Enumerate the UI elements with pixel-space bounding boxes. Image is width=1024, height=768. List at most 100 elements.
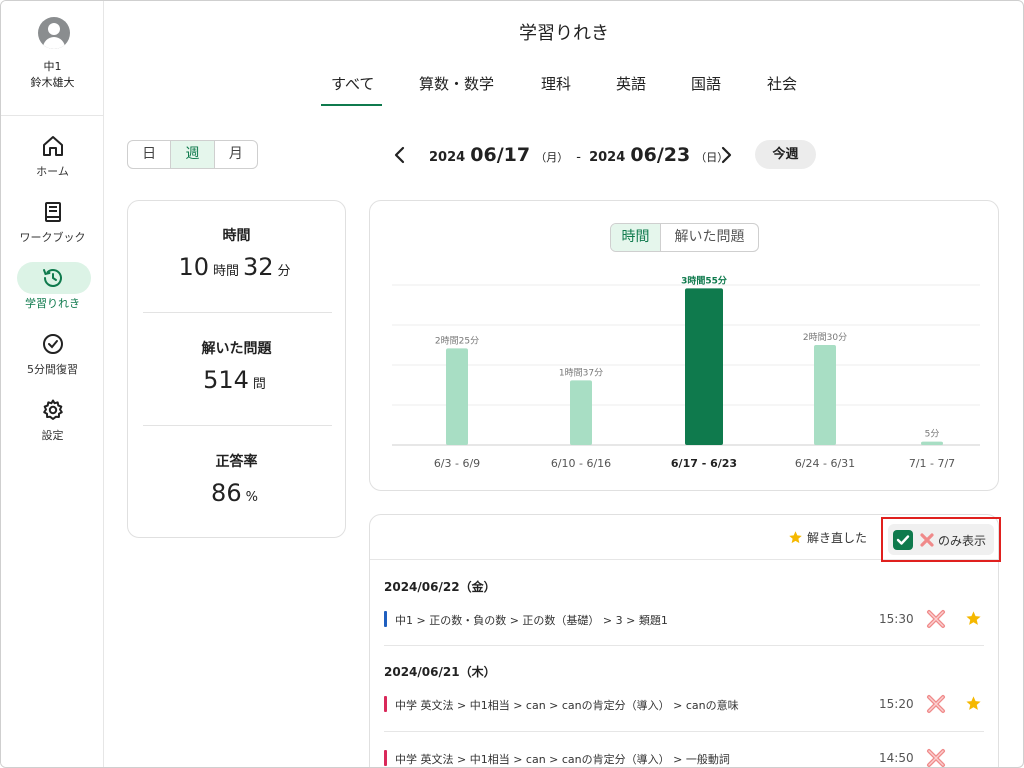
app-window: 中1 鈴木雄大 ホーム ワークブック 学習りれき 5分間復習 設定 学習りれき … <box>0 0 1024 768</box>
stat-divider <box>143 312 332 313</box>
start-weekday: （月） <box>535 151 569 164</box>
sidebar-item-workbook[interactable]: ワークブック <box>1 200 104 256</box>
filter-label: のみ表示 <box>938 534 987 548</box>
stat-minutes: 32 <box>243 253 274 281</box>
tab-japanese[interactable]: 国語 <box>691 73 721 94</box>
history-row[interactable]: 中学 英文法 > 中1相当 > can > canの肯定分（導入） > 一般動詞… <box>384 749 984 767</box>
start-date: 06/17 <box>470 144 531 166</box>
incorrect-only-filter[interactable]: のみ表示 <box>888 524 994 555</box>
stat-solved-value: 514 <box>203 366 249 394</box>
stat-time: 時間 10 時間 32 分 <box>128 225 345 281</box>
check-icon <box>896 535 910 545</box>
row-divider <box>384 731 984 732</box>
toggle-solved[interactable]: 解いた問題 <box>661 224 758 251</box>
gear-icon <box>42 399 63 420</box>
stat-minutes-unit: 分 <box>277 264 291 279</box>
problem-path: 中学 英文法 > 中1相当 > can > canの肯定分（導入） > canの… <box>395 699 739 712</box>
period-month[interactable]: 月 <box>215 141 257 168</box>
stat-hours-unit: 時間 <box>212 264 239 279</box>
book-icon <box>44 202 61 222</box>
toggle-time[interactable]: 時間 <box>611 224 661 251</box>
chart-value-label: 2時間25分 <box>435 335 479 346</box>
solved-time: 14:50 <box>879 751 914 765</box>
page-title: 学習りれき <box>519 23 609 44</box>
history-row[interactable]: 中学 英文法 > 中1相当 > can > canの肯定分（導入） > canの… <box>384 695 984 715</box>
chart-category-label: 6/10 - 6/16 <box>551 457 611 470</box>
stat-label: 正答率 <box>215 454 258 470</box>
history-date: 2024/06/21（木） <box>384 665 496 679</box>
incorrect-x-icon <box>927 610 945 628</box>
tab-math[interactable]: 算数・数学 <box>419 73 494 94</box>
stat-hours: 10 <box>178 253 209 281</box>
home-icon <box>42 136 63 156</box>
chart-value-label: 3時間55分 <box>681 274 727 286</box>
tab-english[interactable]: 英語 <box>616 73 646 94</box>
sidebar-item-history[interactable]: 学習りれき <box>1 262 104 322</box>
end-year: 2024 <box>589 150 626 165</box>
start-year: 2024 <box>429 150 466 165</box>
chart-category-label: 6/3 - 6/9 <box>434 457 480 470</box>
period-selector: 日 週 月 <box>127 140 258 169</box>
chart-bar[interactable] <box>685 288 723 445</box>
active-tab-underline <box>321 104 382 106</box>
sidebar: 中1 鈴木雄大 ホーム ワークブック 学習りれき 5分間復習 設定 <box>1 1 104 767</box>
sidebar-divider <box>1 115 104 116</box>
solved-time: 15:20 <box>879 697 914 711</box>
sidebar-item-label: ワークブック <box>19 231 86 244</box>
stat-label: 時間 <box>222 228 251 244</box>
tab-social[interactable]: 社会 <box>767 73 797 94</box>
filter-checkbox[interactable] <box>893 530 913 550</box>
row-divider <box>384 645 984 646</box>
subject-color-bar <box>384 750 387 766</box>
prev-week-button[interactable] <box>393 146 407 164</box>
tab-all[interactable]: すべて <box>331 73 374 94</box>
chart-bar[interactable] <box>570 380 592 445</box>
star-icon <box>966 611 981 625</box>
avatar[interactable] <box>38 17 70 49</box>
problem-path: 中1 > 正の数・負の数 > 正の数（基礎） > 3 > 類題1 <box>395 614 668 627</box>
sidebar-item-settings[interactable]: 設定 <box>1 398 104 454</box>
chart-category-label: 7/1 - 7/7 <box>909 457 955 470</box>
chart-value-label: 5分 <box>925 429 940 440</box>
sidebar-item-label: 学習りれき <box>25 297 80 310</box>
chart-category-label: 6/17 - 6/23 <box>671 457 737 470</box>
tab-science[interactable]: 理科 <box>541 73 571 94</box>
next-week-button[interactable] <box>719 146 733 164</box>
sidebar-item-home[interactable]: ホーム <box>1 134 104 190</box>
highlight-box: のみ表示 <box>881 517 1001 562</box>
stat-label: 解いた問題 <box>201 341 272 357</box>
period-day[interactable]: 日 <box>128 141 172 168</box>
chart-bar[interactable] <box>446 348 468 445</box>
chart-category-label: 6/24 - 6/31 <box>795 457 855 470</box>
star-icon <box>966 696 981 710</box>
stat-accuracy: 正答率 86% <box>128 451 345 507</box>
resolved-legend: 解き直した <box>788 529 867 546</box>
incorrect-x-icon <box>920 533 934 547</box>
stat-solved: 解いた問題 514 問 <box>128 338 345 394</box>
sidebar-item-label: 設定 <box>41 429 64 442</box>
incorrect-x-icon <box>927 695 945 713</box>
check-circle-icon <box>42 334 63 354</box>
history-card: 解き直した のみ表示 2024/06/22（金） 中1 > 正の数・負の数 > … <box>369 514 1001 767</box>
sidebar-item-label: 5分間復習 <box>27 363 78 376</box>
sidebar-item-label: ホーム <box>36 165 69 178</box>
stat-accuracy-value: 86 <box>211 479 242 507</box>
chart-card: 2時間25分 6/3 - 6/9 1時間37分 6/10 - 6/16 3時間55分 6/… <box>369 200 999 491</box>
history-icon <box>42 269 62 287</box>
stat-accuracy-unit: % <box>245 490 258 505</box>
history-date: 2024/06/22（金） <box>384 580 496 594</box>
chart-bar[interactable] <box>814 345 836 445</box>
subject-color-bar <box>384 611 387 627</box>
this-week-button[interactable]: 今週 <box>755 140 816 169</box>
chart-bar[interactable] <box>921 441 943 445</box>
history-row[interactable]: 中1 > 正の数・負の数 > 正の数（基礎） > 3 > 類題1 15:30 <box>384 610 984 630</box>
star-icon <box>789 531 802 544</box>
solved-time: 15:30 <box>879 612 914 626</box>
sidebar-item-review[interactable]: 5分間復習 <box>1 332 104 388</box>
subject-color-bar <box>384 696 387 712</box>
problem-path: 中学 英文法 > 中1相当 > can > canの肯定分（導入） > 一般動詞 <box>395 753 730 766</box>
resolved-label: 解き直した <box>807 531 868 545</box>
period-week[interactable]: 週 <box>171 141 215 168</box>
stat-divider <box>143 425 332 426</box>
range-dash: - <box>576 150 581 165</box>
